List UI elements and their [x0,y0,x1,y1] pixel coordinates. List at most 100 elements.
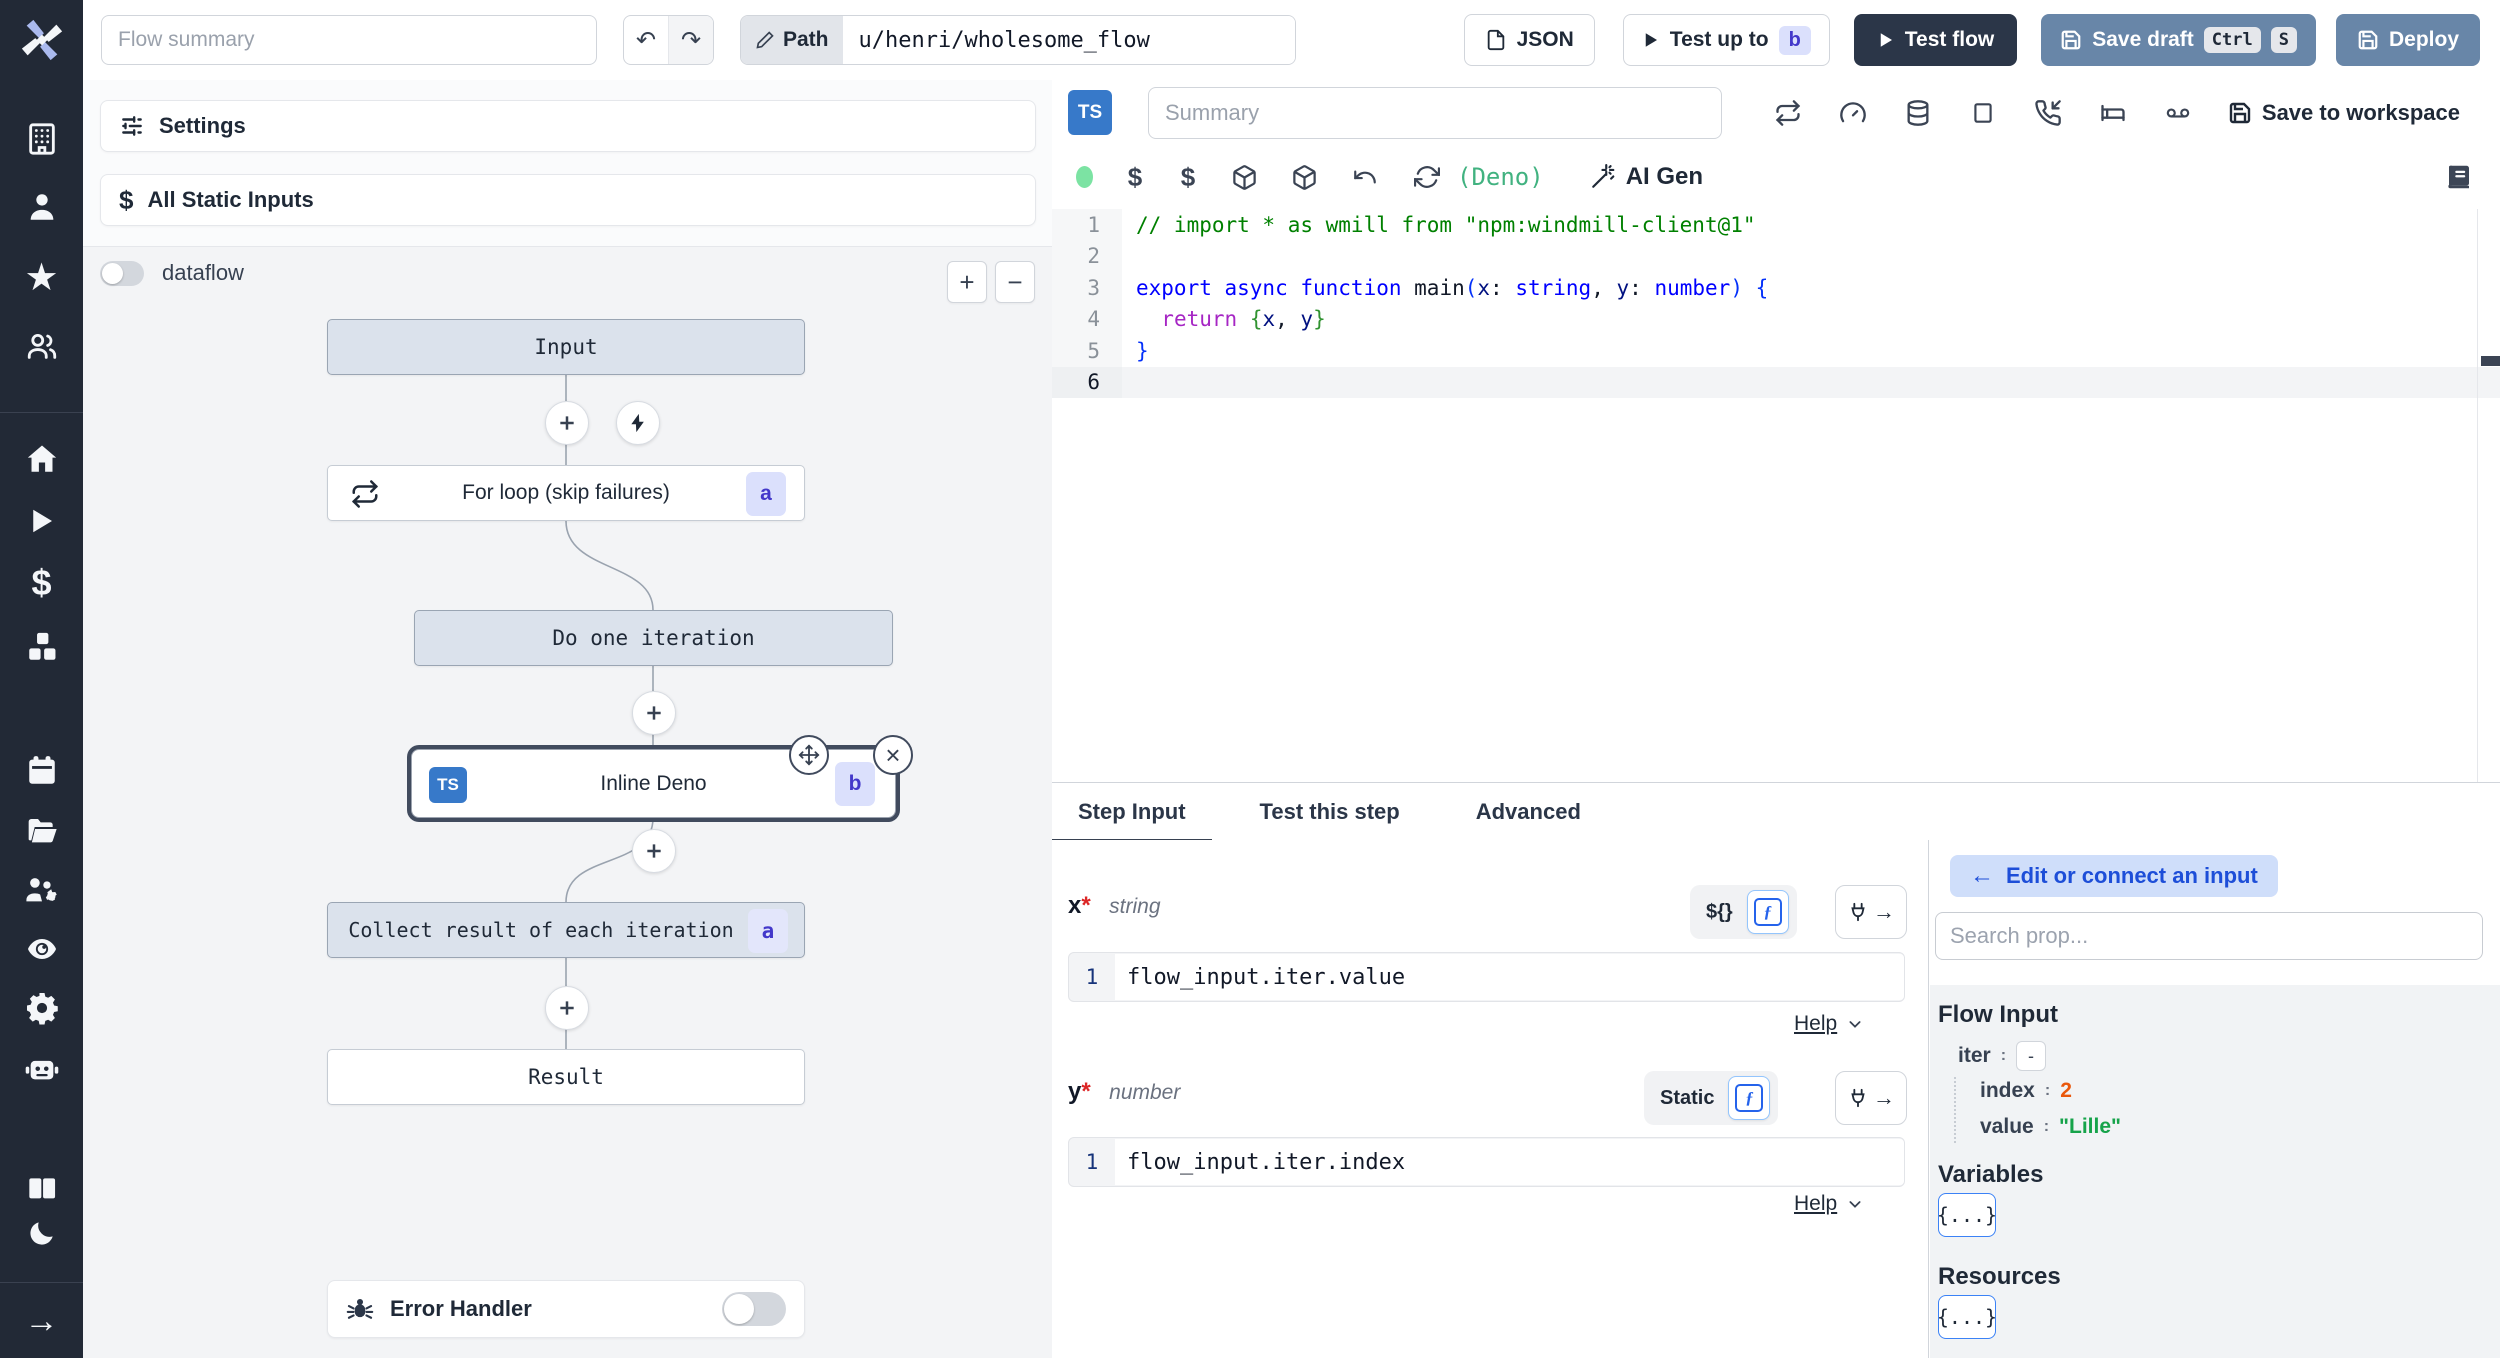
add-step-button[interactable] [632,829,676,873]
test-up-to-button[interactable]: Test up to b [1622,14,1830,66]
sidebar-item-audit-logs[interactable] [0,924,83,974]
y-help-link[interactable]: Help [1794,1192,1863,1216]
y-static-mode-button[interactable]: Static [1652,1087,1722,1110]
json-button[interactable]: JSON [1463,14,1595,66]
edit-or-connect-button[interactable]: ← Edit or connect an input [1950,855,2278,897]
deploy-label: Deploy [2388,28,2459,51]
x-expr-mode-button[interactable]: ${} [1698,901,1741,924]
error-handler-toggle[interactable] [722,1292,786,1326]
test-up-to-step-badge: b [1778,25,1811,55]
path-input[interactable] [842,16,1295,64]
y-connect-button[interactable]: → [1835,1071,1907,1125]
error-handler-label: Error Handler [390,1296,532,1321]
magic-wand-icon [1591,164,1615,188]
add-step-button[interactable] [545,986,589,1030]
kbd-ctrl: Ctrl [2203,27,2261,53]
code-editor[interactable]: 1// import * as wmill from "npm:windmill… [1052,209,2500,782]
cache-database-icon[interactable] [1898,93,1938,133]
sidebar-item-folders[interactable] [0,806,83,856]
node-flow-input[interactable]: Input [327,319,805,375]
language-label: (Deno) [1457,163,1544,191]
reset-icon[interactable] [1345,157,1385,197]
step-id-badge: a [748,909,788,953]
node-do-one-iteration[interactable]: Do one iteration [414,610,893,666]
move-icon [798,744,820,766]
save-draft-button[interactable]: Save draft Ctrl S [2041,14,2316,66]
package-icon[interactable] [1224,157,1264,197]
sidebar-item-resources[interactable] [0,622,83,672]
sidebar-item-docs[interactable] [0,1164,83,1214]
concurrency-gauge-icon[interactable] [1833,93,1873,133]
step-id-badge: b [835,762,875,806]
sidebar-item-settings[interactable] [0,983,83,1033]
node-for-loop[interactable]: For loop (skip failures) a [327,465,805,521]
retries-icon[interactable] [1768,93,1808,133]
x-help-link[interactable]: Help [1794,1012,1863,1036]
node-collect-result[interactable]: Collect result of each iteration a [327,902,805,958]
tab-advanced[interactable]: Advanced [1450,799,1607,841]
tab-step-input[interactable]: Step Input [1052,799,1212,843]
reload-language-icon[interactable] [1407,157,1447,197]
sidebar-item-workers[interactable] [0,865,83,915]
x-expression-input[interactable]: 1 flow_input.iter.value [1068,952,1905,1002]
typescript-badge: TS [1068,90,1112,135]
mock-voicemail-icon[interactable] [2158,93,2198,133]
x-connect-button[interactable]: → [1835,885,1907,939]
add-step-button[interactable] [545,401,589,445]
tab-test-this-step[interactable]: Test this step [1234,799,1426,841]
save-to-workspace-button[interactable]: Save to workspace [2228,100,2460,126]
deploy-button[interactable]: Deploy [2335,14,2480,66]
expand-sidebar-icon[interactable]: → [0,1296,83,1346]
undo-button[interactable]: ↶ [624,16,668,64]
delete-step-button[interactable]: × [873,735,913,775]
flow-summary-input[interactable] [101,15,597,65]
package-icon[interactable] [1284,157,1324,197]
sidebar-item-groups[interactable] [0,321,83,371]
node-result[interactable]: Result [327,1049,805,1105]
tree-row-value[interactable]: value : "Lille" [1980,1115,2121,1139]
y-expression-input[interactable]: 1 flow_input.iter.index [1068,1137,1905,1187]
add-step-button[interactable] [632,691,676,735]
add-trigger-button[interactable] [616,401,660,445]
sidebar-item-runs[interactable] [0,496,83,546]
y-js-mode-button[interactable]: ƒ [1728,1076,1771,1120]
close-icon: × [885,740,901,770]
search-prop-input[interactable] [1935,912,2483,960]
step-summary-input[interactable] [1148,86,1722,139]
windmill-logo-icon[interactable] [0,10,83,70]
edit-or-connect-label: Edit or connect an input [2006,863,2258,888]
tree-row-iter[interactable]: iter : - [1958,1041,2047,1071]
resources-expand-button[interactable]: {...} [1937,1295,1997,1339]
sidebar-item-ai[interactable] [0,1043,83,1093]
tree-indent-guide [1954,1077,1956,1143]
dark-mode-icon[interactable] [0,1208,83,1258]
variables-expand-button[interactable]: {...} [1937,1193,1997,1237]
plug-icon [1851,902,1865,922]
sidebar-divider [0,412,83,413]
move-step-button[interactable] [789,735,829,775]
sidebar-item-favorites[interactable]: ★ [0,252,83,302]
sidebar-item-home[interactable] [0,434,83,484]
tree-row-index[interactable]: index : 2 [1980,1079,2072,1103]
redo-button[interactable]: ↷ [668,16,713,64]
x-js-mode-button[interactable]: ƒ [1746,890,1789,934]
resource-picker-icon[interactable]: $ [1168,157,1208,197]
path-chip[interactable]: Path [741,16,843,64]
library-book-icon[interactable] [2444,162,2474,192]
early-stop-icon[interactable] [1963,93,2003,133]
sidebar-item-schedules[interactable] [0,746,83,796]
sidebar-item-user[interactable] [0,182,83,232]
prop-picker-section: Flow Input iter : - index : 2 value : "L… [1930,985,2500,1358]
field-y-label: y* number [1068,1078,1181,1105]
suspend-approval-icon[interactable] [2028,93,2068,133]
sleep-icon[interactable] [2093,93,2133,133]
sidebar-item-variables[interactable]: $ [0,558,83,608]
field-x-type: string [1109,895,1161,918]
ai-gen-button[interactable]: AI Gen [1590,163,1703,191]
variable-picker-icon[interactable]: $ [1115,157,1155,197]
test-flow-button[interactable]: Test flow [1853,14,2018,66]
collapse-button[interactable]: - [2016,1041,2047,1071]
sidebar-item-workspace[interactable] [0,114,83,164]
editor-scroll-indicator[interactable] [2481,356,2500,366]
step-input-panel: x* string ${} ƒ → 1 flow_input.iter.valu… [1052,840,1928,1358]
